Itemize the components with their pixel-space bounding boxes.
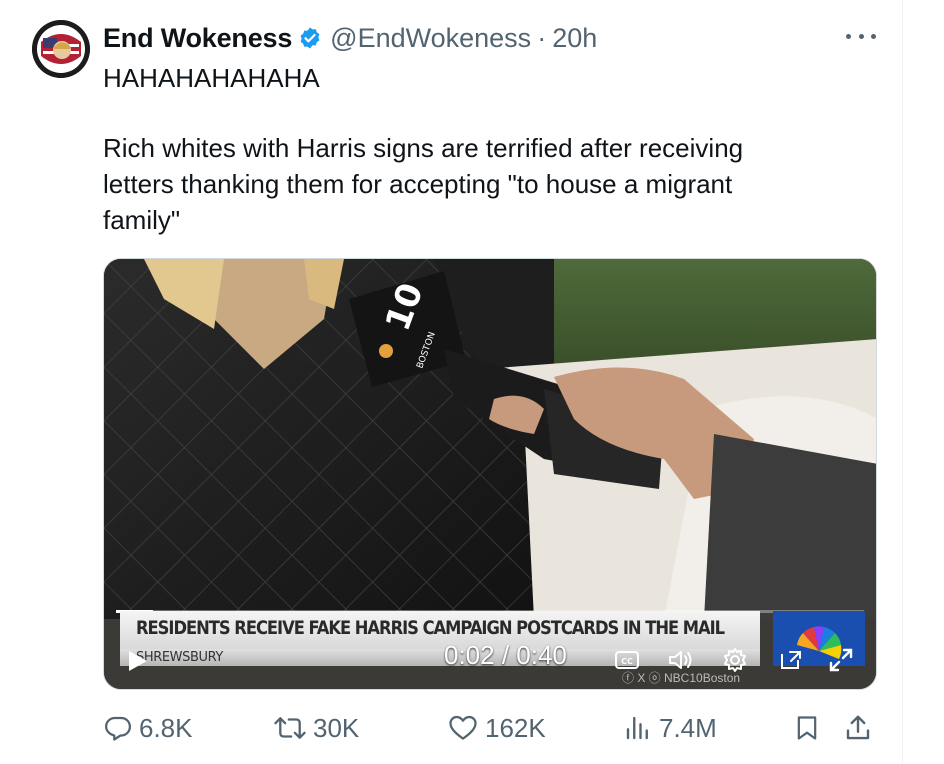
video-watermark: ⓕ X ⓞ NBC10Boston xyxy=(622,671,741,685)
views-button[interactable]: 7.4M xyxy=(623,706,717,750)
profile-avatar[interactable] xyxy=(32,20,90,78)
share-icon xyxy=(846,715,870,740)
heart-icon xyxy=(449,715,477,740)
display-name[interactable]: End Wokeness xyxy=(103,23,292,54)
repost-count: 30K xyxy=(313,712,360,743)
tweet-text-line: HAHAHAHAHAHA xyxy=(103,63,320,93)
views-icon xyxy=(626,716,648,740)
reply-button[interactable]: 6.8K xyxy=(103,706,193,750)
repost-icon xyxy=(274,717,306,739)
like-button[interactable]: 162K xyxy=(447,706,546,750)
video-player[interactable]: 10 BOSTON RESIDENTS RECEIVE FAKE HARRIS … xyxy=(103,258,877,690)
user-handle[interactable]: @EndWokeness xyxy=(330,23,531,54)
video-current-time: 0:02 xyxy=(444,640,495,670)
video-time-separator: / xyxy=(494,640,517,670)
reply-count: 6.8K xyxy=(139,712,193,743)
fullscreen-icon[interactable] xyxy=(826,645,856,675)
tweet-text: HAHAHAHAHAHA Rich whites with Harris sig… xyxy=(103,60,863,238)
repost-button[interactable]: 30K xyxy=(273,706,359,750)
play-icon[interactable] xyxy=(126,649,150,673)
picture-in-picture-icon[interactable] xyxy=(776,645,806,675)
tweet-header: End Wokeness @EndWokeness · 20h xyxy=(103,18,597,58)
bookmark-button[interactable] xyxy=(793,706,827,750)
more-options-icon[interactable] xyxy=(846,26,876,46)
bookmark-icon xyxy=(797,716,817,740)
lower-third-headline: RESIDENTS RECEIVE FAKE HARRIS CAMPAIGN P… xyxy=(136,617,725,639)
verified-badge-icon[interactable] xyxy=(298,26,322,50)
timeline-border xyxy=(902,0,903,764)
lower-third-headline-bar: RESIDENTS RECEIVE FAKE HARRIS CAMPAIGN P… xyxy=(120,611,760,649)
tweet-text-line: family" xyxy=(103,205,181,235)
captions-label: CC xyxy=(621,657,633,666)
video-duration: 0:40 xyxy=(516,640,567,670)
timestamp[interactable]: 20h xyxy=(552,23,597,54)
lower-third-location-bar: SHREWSBURY xyxy=(120,649,760,666)
video-time: 0:02 / 0:40 xyxy=(444,640,567,671)
share-button[interactable] xyxy=(843,706,879,750)
reply-icon xyxy=(105,716,131,741)
tweet-actions: 6.8K 30K 162K 7.4M xyxy=(103,706,878,750)
tweet-text-line: Rich whites with Harris signs are terrif… xyxy=(103,133,744,163)
like-count: 162K xyxy=(485,712,546,743)
separator-dot: · xyxy=(537,22,547,53)
view-count: 7.4M xyxy=(659,712,717,743)
tweet-text-line: letters thanking them for accepting "to … xyxy=(103,169,733,199)
